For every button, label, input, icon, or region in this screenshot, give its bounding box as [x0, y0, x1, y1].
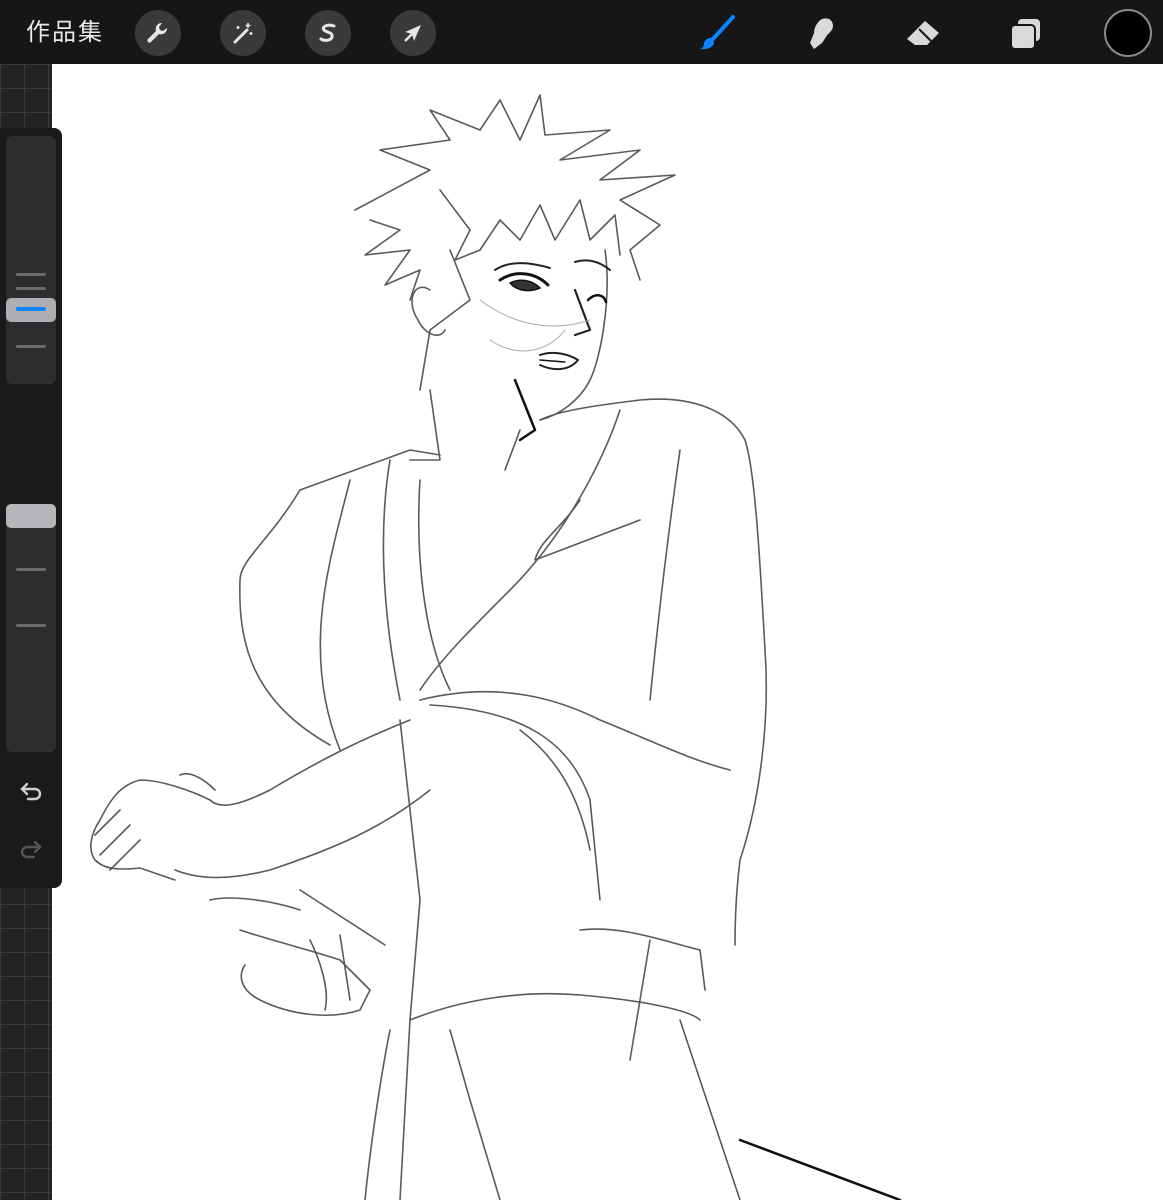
- drawing-canvas[interactable]: [52, 64, 1163, 1200]
- brush-size-slider[interactable]: [6, 136, 56, 384]
- brush-icon[interactable]: [694, 10, 740, 56]
- undo-icon[interactable]: [14, 774, 48, 808]
- brush-size-slider-thumb[interactable]: [6, 298, 56, 322]
- wrench-icon[interactable]: [135, 10, 181, 56]
- left-sidebar: [0, 128, 62, 888]
- sketch-artwork: [90, 94, 902, 1200]
- eraser-icon[interactable]: [900, 10, 946, 56]
- opacity-slider[interactable]: [6, 506, 56, 752]
- slider-tick: [16, 624, 46, 627]
- layers-icon[interactable]: [1003, 10, 1049, 56]
- transform-arrow-icon[interactable]: [390, 10, 436, 56]
- magic-wand-icon[interactable]: [220, 10, 266, 56]
- slider-tick: [16, 273, 46, 276]
- color-picker-button[interactable]: [1104, 9, 1152, 57]
- gallery-button[interactable]: 作品集: [26, 16, 104, 48]
- smudge-icon[interactable]: [797, 10, 843, 56]
- slider-tick: [16, 568, 46, 571]
- opacity-slider-thumb[interactable]: [6, 504, 56, 528]
- top-toolbar: 作品集: [0, 0, 1163, 64]
- redo-icon[interactable]: [14, 832, 48, 866]
- slider-tick: [16, 287, 46, 290]
- selection-s-icon[interactable]: [305, 10, 351, 56]
- slider-tick: [16, 345, 46, 348]
